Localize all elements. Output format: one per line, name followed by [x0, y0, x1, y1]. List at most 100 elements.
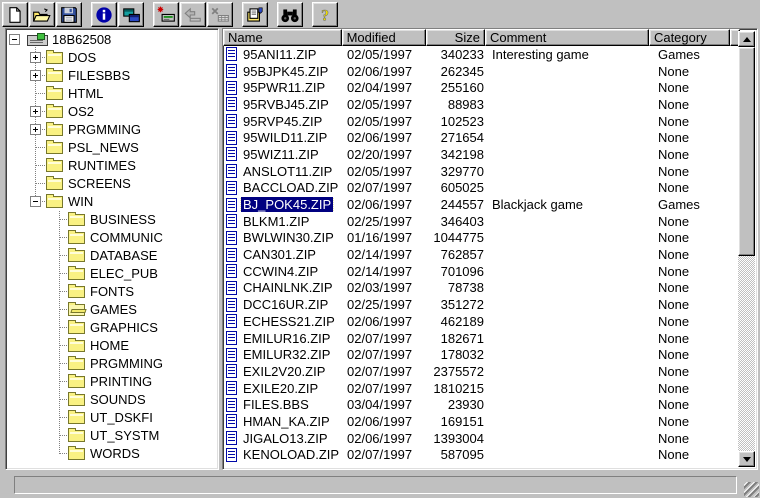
scrollbar-thumb[interactable]: [738, 47, 755, 256]
tree-item-label[interactable]: ELEC_PUB: [90, 266, 158, 281]
tree-item-label[interactable]: RUNTIMES: [68, 158, 136, 173]
tree-item-printing[interactable]: PRINTING: [6, 373, 218, 391]
tree-item-label[interactable]: PSL_NEWS: [68, 140, 139, 155]
file-name-cell[interactable]: CHAINLNK.ZIP: [223, 280, 343, 295]
table-row[interactable]: ECHESS21.ZIP02/06/1997462189None: [223, 313, 740, 330]
file-name[interactable]: DCC16UR.ZIP: [241, 297, 330, 312]
file-name[interactable]: ECHESS21.ZIP: [241, 314, 337, 329]
properties-button[interactable]: [242, 2, 268, 27]
tree-item-games[interactable]: GAMES: [6, 301, 218, 319]
table-row[interactable]: 95BJPK45.ZIP02/06/1997262345None: [223, 63, 740, 80]
file-name-cell[interactable]: EXIL2V20.ZIP: [223, 364, 343, 379]
file-name[interactable]: EXILE20.ZIP: [241, 381, 320, 396]
tree-item-label[interactable]: COMMUNIC: [90, 230, 163, 245]
table-row[interactable]: EMILUR32.ZIP02/07/1997178032None: [223, 346, 740, 363]
help-button[interactable]: ?: [312, 2, 338, 27]
info-button[interactable]: [91, 2, 117, 27]
table-row[interactable]: BLKM1.ZIP02/25/1997346403None: [223, 213, 740, 230]
file-name[interactable]: HMAN_KA.ZIP: [241, 414, 332, 429]
file-name-cell[interactable]: ECHESS21.ZIP: [223, 314, 343, 329]
table-row[interactable]: BJ_POK45.ZIP02/06/1997244557Blackjack ga…: [223, 196, 740, 213]
file-name[interactable]: BACCLOAD.ZIP: [241, 180, 340, 195]
tree-item-label[interactable]: SOUNDS: [90, 392, 146, 407]
tree-item-psl_news[interactable]: PSL_NEWS: [6, 139, 218, 157]
tree-item-os2[interactable]: OS2: [6, 103, 218, 121]
tree-item-label[interactable]: UT_DSKFI: [90, 410, 153, 425]
file-name[interactable]: 95ANI11.ZIP: [241, 47, 318, 62]
tree-item-label[interactable]: SCREENS: [68, 176, 131, 191]
tree-item-label[interactable]: UT_SYSTM: [90, 428, 159, 443]
file-name-cell[interactable]: CCWIN4.ZIP: [223, 264, 343, 279]
table-row[interactable]: FILES.BBS03/04/199723930None: [223, 396, 740, 413]
file-name[interactable]: BLKM1.ZIP: [241, 214, 311, 229]
tree-item-label[interactable]: BUSINESS: [90, 212, 156, 227]
tree-item-business[interactable]: BUSINESS: [6, 211, 218, 229]
tree-item-label[interactable]: WIN: [68, 194, 93, 209]
tree-item-database[interactable]: DATABASE: [6, 247, 218, 265]
tree-item-label[interactable]: PRINTING: [90, 374, 152, 389]
collapse-icon[interactable]: [9, 34, 20, 45]
expand-icon[interactable]: [30, 52, 41, 63]
tree-item-18b62508[interactable]: 18B62508: [6, 31, 218, 49]
table-row[interactable]: CHAINLNK.ZIP02/03/199778738None: [223, 280, 740, 297]
tree-item-prgmming[interactable]: PRGMMING: [6, 355, 218, 373]
file-name-cell[interactable]: ANSLOT11.ZIP: [223, 164, 343, 179]
column-header-name[interactable]: Name: [223, 29, 342, 46]
file-name-cell[interactable]: 95ANI11.ZIP: [223, 47, 343, 62]
file-name-cell[interactable]: CAN301.ZIP: [223, 247, 343, 262]
scroll-up-button[interactable]: [738, 31, 755, 47]
tree-item-label[interactable]: PRGMMING: [90, 356, 163, 371]
column-header-comment[interactable]: Comment: [485, 29, 649, 46]
file-name[interactable]: BWLWIN30.ZIP: [241, 230, 336, 245]
tree-item-label[interactable]: HTML: [68, 86, 103, 101]
file-name-cell[interactable]: 95WILD11.ZIP: [223, 130, 343, 145]
tree-item-filesbbs[interactable]: FILESBBS: [6, 67, 218, 85]
file-name[interactable]: 95WILD11.ZIP: [241, 130, 329, 145]
file-name[interactable]: FILES.BBS: [241, 397, 311, 412]
file-name[interactable]: 95BJPK45.ZIP: [241, 64, 330, 79]
tree-item-words[interactable]: WORDS: [6, 445, 218, 463]
tree-item-prgmming[interactable]: PRGMMING: [6, 121, 218, 139]
table-row[interactable]: 95RVBJ45.ZIP02/05/199788983None: [223, 96, 740, 113]
file-name-cell[interactable]: BJ_POK45.ZIP: [223, 197, 343, 212]
table-row[interactable]: CAN301.ZIP02/14/1997762857None: [223, 246, 740, 263]
file-name-cell[interactable]: 95RVBJ45.ZIP: [223, 97, 343, 112]
tree-item-label[interactable]: PRGMMING: [68, 122, 141, 137]
add-record-button[interactable]: [153, 2, 179, 27]
table-row[interactable]: ANSLOT11.ZIP02/05/1997329770None: [223, 163, 740, 180]
table-row[interactable]: EXIL2V20.ZIP02/07/19972375572None: [223, 363, 740, 380]
tree-item-label[interactable]: 18B62508: [52, 32, 111, 47]
cascade-windows-button[interactable]: [118, 2, 144, 27]
tree-item-elec_pub[interactable]: ELEC_PUB: [6, 265, 218, 283]
table-row[interactable]: 95ANI11.ZIP02/05/1997340233Interesting g…: [223, 46, 740, 63]
tree-item-label[interactable]: DOS: [68, 50, 96, 65]
tree-item-label[interactable]: OS2: [68, 104, 94, 119]
table-row[interactable]: EXILE20.ZIP02/07/19971810215None: [223, 380, 740, 397]
file-name[interactable]: 95PWR11.ZIP: [241, 80, 327, 95]
new-button[interactable]: [2, 2, 28, 27]
table-row[interactable]: KENOLOAD.ZIP02/07/1997587095None: [223, 447, 740, 464]
file-name-cell[interactable]: BWLWIN30.ZIP: [223, 230, 343, 245]
table-row[interactable]: JIGALO13.ZIP02/06/19971393004None: [223, 430, 740, 447]
column-header-category[interactable]: Category: [649, 29, 730, 46]
tree-item-win[interactable]: WIN: [6, 193, 218, 211]
file-name-cell[interactable]: 95WIZ11.ZIP: [223, 147, 343, 162]
tree-item-communic[interactable]: COMMUNIC: [6, 229, 218, 247]
file-name[interactable]: ANSLOT11.ZIP: [241, 164, 334, 179]
tree-item-ut_systm[interactable]: UT_SYSTM: [6, 427, 218, 445]
open-button[interactable]: [29, 2, 55, 27]
tree-item-html[interactable]: HTML: [6, 85, 218, 103]
file-name[interactable]: 95WIZ11.ZIP: [241, 147, 321, 162]
file-name-cell[interactable]: EMILUR16.ZIP: [223, 331, 343, 346]
tree-item-label[interactable]: FILESBBS: [68, 68, 130, 83]
file-name[interactable]: EMILUR32.ZIP: [241, 347, 332, 362]
file-name-cell[interactable]: BACCLOAD.ZIP: [223, 180, 343, 195]
file-name-cell[interactable]: KENOLOAD.ZIP: [223, 447, 343, 462]
save-button[interactable]: [56, 2, 82, 27]
table-row[interactable]: 95PWR11.ZIP02/04/1997255160None: [223, 79, 740, 96]
tree-item-label[interactable]: GAMES: [90, 302, 137, 317]
file-name-cell[interactable]: EXILE20.ZIP: [223, 381, 343, 396]
expand-icon[interactable]: [30, 124, 41, 135]
table-row[interactable]: BWLWIN30.ZIP01/16/19971044775None: [223, 230, 740, 247]
file-name-cell[interactable]: 95BJPK45.ZIP: [223, 64, 343, 79]
